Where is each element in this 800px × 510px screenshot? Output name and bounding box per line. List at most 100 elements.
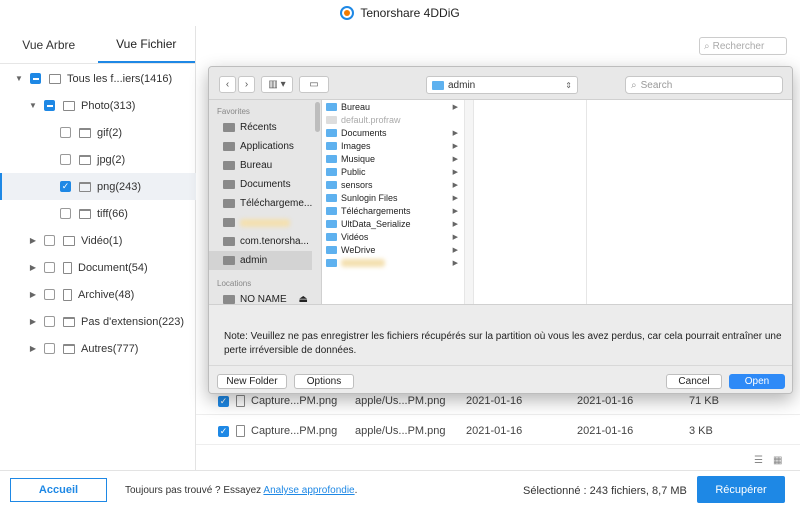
checkbox[interactable] <box>44 262 55 273</box>
checkbox-checked[interactable]: ✓ <box>218 395 229 407</box>
checkbox[interactable] <box>44 235 55 246</box>
list-item[interactable]: default.profraw <box>326 113 462 126</box>
expand-arrow-icon[interactable]: ▶ <box>28 290 38 299</box>
folder-label: Documents <box>341 127 387 138</box>
checkbox-checked[interactable]: ✓ <box>218 425 229 437</box>
sidebar-item-documents[interactable]: Documents <box>209 175 312 194</box>
list-view-icon[interactable]: ☰ <box>754 455 763 466</box>
deep-scan-link[interactable]: Analyse approfondie <box>263 485 354 496</box>
tree-item-png[interactable]: ✓ png(243) <box>0 173 196 200</box>
sidebar-item-no-name[interactable]: NO NAME ⏏ <box>209 290 312 304</box>
sidebar-scrollbar[interactable] <box>315 102 320 132</box>
list-item[interactable]: Sunlogin Files ▶ <box>326 191 462 204</box>
view-mode-button[interactable]: ▥ ▾ <box>261 76 293 93</box>
open-button[interactable]: Open <box>729 374 785 389</box>
home-button[interactable]: Accueil <box>10 478 107 502</box>
clock-icon <box>223 123 235 132</box>
eject-icon[interactable]: ⏏ <box>299 294 308 304</box>
dialog-footer: New Folder Options Cancel Open <box>209 365 792 393</box>
sidebar-item-downloads[interactable]: Téléchargeme... <box>209 194 312 213</box>
tree-item-video[interactable]: ▶ Vidéo(1) <box>0 227 196 254</box>
list-item[interactable]: Images ▶ <box>326 139 462 152</box>
sidebar-item-tenorshare[interactable]: com.tenorsha... <box>209 232 312 251</box>
tab-vue-fichier[interactable]: Vue Fichier <box>97 26 195 63</box>
tree-item-no-extension[interactable]: ▶ Pas d'extension(223) <box>0 308 196 335</box>
file-modified: 2021-01-16 <box>577 395 634 407</box>
dialog-sidebar: Favorites Récents Applications Bureau Do… <box>209 100 322 304</box>
list-item[interactable]: Public ▶ <box>326 165 462 178</box>
recover-button[interactable]: Récupérer <box>697 476 785 503</box>
chevron-right-icon: ▶ <box>452 181 458 189</box>
folder-label: sensors <box>341 179 373 190</box>
back-button[interactable]: ‹ <box>219 76 236 93</box>
checkbox[interactable] <box>60 127 71 138</box>
checkbox[interactable] <box>60 154 71 165</box>
file-modified: 2021-01-16 <box>577 425 634 437</box>
forward-button[interactable]: › <box>238 76 255 93</box>
expand-arrow-icon[interactable]: ▼ <box>14 74 24 83</box>
checkbox[interactable] <box>44 289 55 300</box>
sidebar-item-applications[interactable]: Applications <box>209 137 312 156</box>
sidebar-item-label: Bureau <box>240 160 273 171</box>
checkbox[interactable] <box>44 316 55 327</box>
file-created: 2021-01-16 <box>466 425 523 437</box>
archive-icon <box>63 288 72 301</box>
redacted-label <box>240 218 290 227</box>
table-row[interactable]: ✓ Capture...PM.png apple/Us...PM.png 202… <box>196 418 800 445</box>
grid-view-icon[interactable]: ▦ <box>773 455 782 466</box>
list-item[interactable]: Téléchargements ▶ <box>326 204 462 217</box>
checkbox[interactable] <box>44 100 55 111</box>
options-button[interactable]: Options <box>294 374 354 389</box>
cancel-button[interactable]: Cancel <box>666 374 722 389</box>
checkbox[interactable] <box>30 73 41 84</box>
tree-item-label: gif(2) <box>97 126 123 139</box>
list-item[interactable]: Documents ▶ <box>326 126 462 139</box>
checkbox[interactable] <box>44 343 55 354</box>
tip-text: Toujours pas trouvé ? Essayez Analyse ap… <box>125 485 357 496</box>
checkbox[interactable] <box>60 208 71 219</box>
bottom-bar: Accueil Toujours pas trouvé ? Essayez An… <box>0 470 800 510</box>
list-item[interactable]: WeDrive ▶ <box>326 243 462 256</box>
sidebar-item-bureau[interactable]: Bureau <box>209 156 312 175</box>
chevron-right-icon: ▶ <box>452 142 458 150</box>
tree-item-gif[interactable]: gif(2) <box>0 119 196 146</box>
folder-icon <box>223 180 235 189</box>
list-item[interactable]: ▶ <box>326 256 462 269</box>
folder-column-empty <box>474 100 587 304</box>
list-item[interactable]: Musique ▶ <box>326 152 462 165</box>
list-item[interactable]: UltData_Serialize ▶ <box>326 217 462 230</box>
folder-label: UltData_Serialize <box>341 218 411 229</box>
tree-item-photo[interactable]: ▼ Photo(313) <box>0 92 196 119</box>
sidebar-item-admin[interactable]: admin <box>209 251 312 270</box>
tab-vue-arbre[interactable]: Vue Arbre <box>0 26 98 63</box>
folder-label: Public <box>341 166 366 177</box>
new-folder-toolbar-button[interactable]: ▭ <box>299 76 329 93</box>
tree-item-all-files[interactable]: ▼ Tous les f...iers(1416) <box>0 65 196 92</box>
column-divider[interactable] <box>465 100 474 304</box>
search-input[interactable]: ⌕ Rechercher <box>699 37 787 55</box>
tree-item-tiff[interactable]: tiff(66) <box>0 200 196 227</box>
list-item[interactable]: Bureau ▶ <box>326 100 462 113</box>
location-select[interactable]: admin ⇕ <box>426 76 578 94</box>
expand-arrow-icon[interactable]: ▶ <box>28 263 38 272</box>
tip-label: Toujours pas trouvé ? Essayez <box>125 485 264 496</box>
save-dialog: ‹ › ▥ ▾ ▭ admin ⇕ ⌕ Search Favorites Réc… <box>208 66 793 394</box>
dialog-toolbar: ‹ › ▥ ▾ ▭ admin ⇕ ⌕ Search <box>209 67 792 100</box>
tree-item-others[interactable]: ▶ Autres(777) <box>0 335 196 362</box>
expand-arrow-icon[interactable]: ▶ <box>28 344 38 353</box>
expand-arrow-icon[interactable]: ▼ <box>28 101 38 110</box>
sidebar-item-recents[interactable]: Récents <box>209 118 312 137</box>
sidebar-item-label: admin <box>240 255 268 266</box>
sidebar-item-redacted[interactable] <box>209 213 312 232</box>
list-item[interactable]: sensors ▶ <box>326 178 462 191</box>
expand-arrow-icon[interactable]: ▶ <box>28 317 38 326</box>
checkbox-checked[interactable]: ✓ <box>60 181 71 192</box>
list-item[interactable]: Vidéos ▶ <box>326 230 462 243</box>
tree-item-document[interactable]: ▶ Document(54) <box>0 254 196 281</box>
tree-item-jpg[interactable]: jpg(2) <box>0 146 196 173</box>
tree-item-archive[interactable]: ▶ Archive(48) <box>0 281 196 308</box>
sidebar-item-label: Téléchargeme... <box>240 198 313 209</box>
expand-arrow-icon[interactable]: ▶ <box>28 236 38 245</box>
dialog-search-input[interactable]: ⌕ Search <box>625 76 783 94</box>
new-folder-button[interactable]: New Folder <box>217 374 287 389</box>
